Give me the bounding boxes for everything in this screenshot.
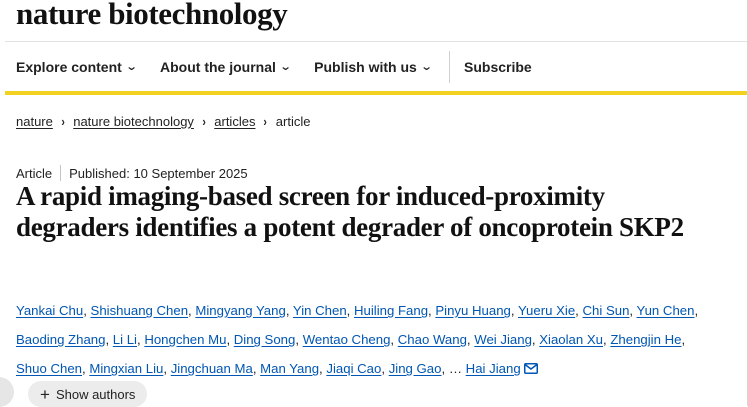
author-list: Yankai Chu, Shishuang Chen, Mingyang Yan… <box>16 303 699 376</box>
breadcrumb: nature › nature biotechnology › articles… <box>16 114 310 129</box>
nav-label: Publish with us <box>314 59 417 75</box>
nav-label: About the journal <box>160 59 276 75</box>
article-meta: Article Published: 10 September 2025 <box>16 165 248 181</box>
author-link[interactable]: Jiaqi Cao <box>326 361 381 376</box>
main-nav: Explore content ⌄ About the journal ⌄ Pu… <box>5 42 747 92</box>
show-authors-label: Show authors <box>55 386 136 402</box>
author-link[interactable]: Wei Jiang <box>474 332 532 347</box>
breadcrumb-separator: › <box>61 114 65 129</box>
breadcrumb-current: article <box>275 114 311 129</box>
accent-rule <box>5 91 747 95</box>
author-link[interactable]: Chao Wang <box>398 332 467 347</box>
author-link[interactable]: Zhengjin He <box>610 332 681 347</box>
author-link[interactable]: Pinyu Huang <box>435 303 511 318</box>
breadcrumb-link-nature-biotechnology[interactable]: nature biotechnology <box>73 114 194 129</box>
chevron-down-icon: ⌄ <box>420 60 433 73</box>
author-link[interactable]: Yun Chen <box>637 303 695 318</box>
chevron-down-icon: ⌄ <box>125 60 138 73</box>
author-link[interactable]: Wentao Cheng <box>303 332 391 347</box>
author-link[interactable]: Shuo Chen <box>16 361 82 376</box>
author-link[interactable]: Mingxian Liu <box>89 361 163 376</box>
author-link[interactable]: Huiling Fang <box>354 303 428 318</box>
nav-label: Explore content <box>16 59 122 75</box>
article-title: A rapid imaging-based screen for induced… <box>16 181 684 242</box>
show-authors-button[interactable]: + Show authors <box>28 381 148 407</box>
author-link[interactable]: Chi Sun <box>583 303 630 318</box>
breadcrumb-link-articles[interactable]: articles <box>214 114 255 129</box>
author-link[interactable]: Ding Song <box>234 332 296 347</box>
author-link[interactable]: Li Li <box>113 332 137 347</box>
author-ellipsis: … <box>448 361 462 376</box>
breadcrumb-separator: › <box>263 114 268 129</box>
author-link[interactable]: Yin Chen <box>293 303 347 318</box>
partial-circle-button[interactable] <box>0 377 14 407</box>
subscribe-link[interactable]: Subscribe <box>452 42 545 92</box>
article-type: Article <box>16 165 53 181</box>
author-link[interactable]: Mingyang Yang <box>195 303 285 318</box>
nav-publish-with-us[interactable]: Publish with us ⌄ <box>303 42 444 92</box>
author-link[interactable]: Man Yang <box>260 361 319 376</box>
published-date: Published: 10 September 2025 <box>69 165 248 181</box>
author-link[interactable]: Yueru Xie <box>518 303 575 318</box>
nav-divider <box>449 51 451 83</box>
author-link[interactable]: Jing Gao <box>389 361 442 376</box>
chevron-down-icon: ⌄ <box>279 60 292 73</box>
nav-about-journal[interactable]: About the journal ⌄ <box>149 42 303 92</box>
nav-explore-content[interactable]: Explore content ⌄ <box>5 42 149 92</box>
email-icon[interactable] <box>523 363 538 374</box>
author-link[interactable]: Xiaolan Xu <box>539 332 603 347</box>
author-link[interactable]: Jingchuan Ma <box>171 361 253 376</box>
author-link[interactable]: Hongchen Mu <box>144 332 226 347</box>
author-link[interactable]: Yankai Chu <box>16 303 83 318</box>
breadcrumb-separator: › <box>202 114 206 129</box>
breadcrumb-link-nature[interactable]: nature <box>16 114 53 129</box>
journal-logo[interactable]: nature biotechnology <box>16 0 288 32</box>
plus-icon: + <box>40 384 50 404</box>
corresponding-author-link[interactable]: Hai Jiang <box>466 361 521 376</box>
meta-divider <box>60 165 62 181</box>
author-link[interactable]: Shishuang Chen <box>91 303 189 318</box>
author-link[interactable]: Baoding Zhang <box>16 332 105 347</box>
